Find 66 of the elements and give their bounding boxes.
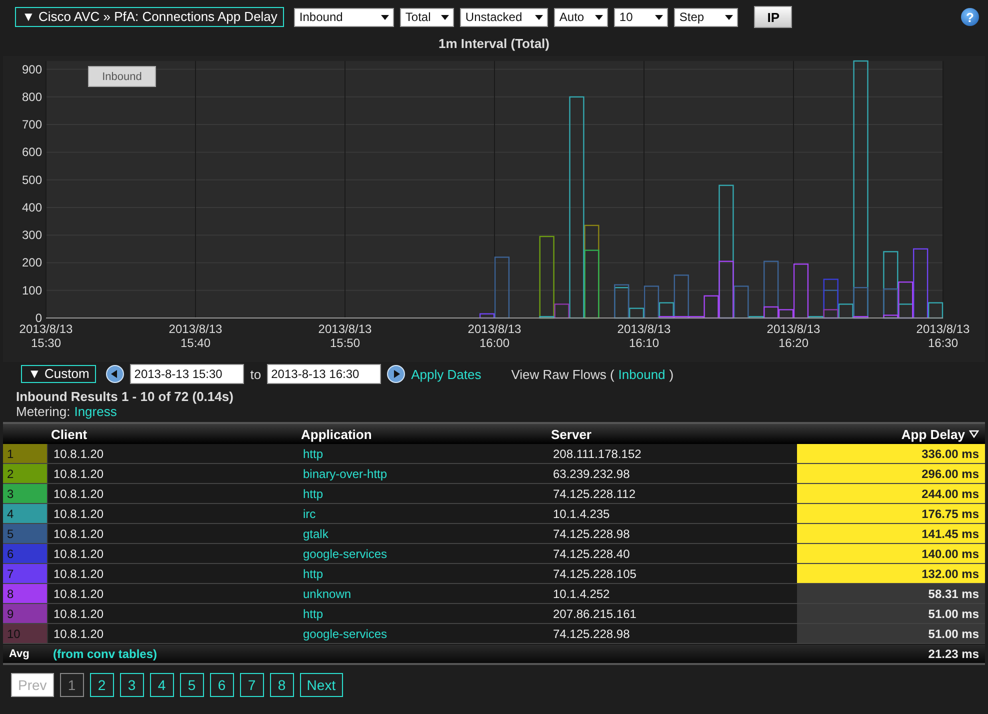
color-swatch: 8 — [3, 584, 47, 604]
axis-label: 200 — [22, 256, 42, 270]
table-cell: 10.8.1.20 — [47, 504, 297, 524]
table-cell: 10.8.1.20 — [47, 564, 297, 584]
axis-label: 500 — [22, 172, 42, 187]
raw-flows-label: View Raw Flows ( — [511, 366, 614, 382]
table-cell: 74.125.228.98 — [547, 624, 797, 644]
table-cell: 51.00 ms — [797, 604, 985, 624]
table-cell: 10.8.1.20 — [47, 584, 297, 604]
chart-title: 1m Interval (Total) — [437, 35, 550, 53]
color-swatch: 10 — [3, 624, 47, 644]
table-cell: 58.31 ms — [797, 584, 985, 604]
color-swatch: 6 — [3, 544, 47, 564]
axis-label: 2013/8/13 16:10 — [617, 322, 671, 350]
axis-label: 2013/8/13 16:20 — [766, 322, 820, 350]
table-cell: 141.45 ms — [797, 524, 985, 544]
color-swatch: 5 — [3, 524, 47, 544]
axis-label: 2013/8/13 16:30 — [916, 322, 970, 350]
axis-label: 100 — [22, 283, 42, 298]
table-cell: 10.8.1.20 — [47, 524, 297, 544]
table-cell: 10.1.4.252 — [547, 584, 797, 604]
metering-label: Metering: — [16, 404, 70, 420]
table-cell: 132.00 ms — [797, 564, 985, 584]
table-cell: 336.00 ms — [797, 444, 985, 464]
axis-label: 300 — [22, 228, 42, 242]
table-cell: 21.23 ms — [797, 644, 985, 664]
table-cell: 10.8.1.20 — [47, 544, 297, 564]
table-cell: 10.8.1.20 — [47, 464, 297, 484]
axis-label: 800 — [22, 90, 42, 104]
table-cell: 63.239.232.98 — [547, 464, 797, 484]
table-cell: 74.125.228.98 — [547, 524, 797, 544]
paren-text: ) — [669, 366, 674, 382]
table-cell: 51.00 ms — [797, 624, 985, 644]
axis-label: 600 — [22, 145, 42, 160]
axis-label: 0 — [35, 311, 42, 325]
color-swatch: 9 — [3, 604, 47, 624]
color-swatch: 4 — [3, 504, 47, 524]
avg-label: Avg — [3, 644, 47, 664]
color-swatch: 2 — [3, 464, 47, 484]
table-cell: 176.75 ms — [797, 504, 985, 524]
table-cell: 10.1.4.235 — [547, 504, 797, 524]
table-cell: 296.00 ms — [797, 464, 985, 484]
color-swatch: 1 — [3, 444, 47, 464]
table-cell: 10.8.1.20 — [47, 444, 297, 464]
table-cell: 140.00 ms — [797, 544, 985, 564]
color-swatch: 3 — [3, 484, 47, 504]
axis-label: 400 — [22, 200, 42, 214]
avg-note: (from conv tables) — [47, 644, 797, 664]
table-cell: 74.125.228.40 — [547, 544, 797, 564]
color-swatch: 7 — [3, 564, 47, 584]
axis-label: 2013/8/13 15:30 — [19, 322, 73, 350]
table-cell: 10.8.1.20 — [47, 484, 297, 504]
table-cell: 10.8.1.20 — [47, 604, 297, 624]
table-cell: 244.00 ms — [797, 484, 985, 504]
axis-label: 900 — [22, 62, 42, 76]
axis-label: 2013/8/13 16:00 — [468, 322, 522, 350]
table-cell: 207.86.215.161 — [547, 604, 797, 624]
table-cell: 74.125.228.112 — [547, 484, 797, 504]
table-cell: 10.8.1.20 — [47, 624, 297, 644]
to-label: to — [250, 366, 262, 382]
results-summary: Inbound Results 1 - 10 of 72 (0.14s) — [15, 389, 234, 404]
axis-label: 700 — [22, 118, 42, 132]
axis-label: 2013/8/13 15:40 — [168, 322, 222, 350]
table-cell: 74.125.228.105 — [547, 564, 797, 584]
axis-label: 2013/8/13 15:50 — [318, 322, 372, 350]
table-cell: 208.111.178.152 — [547, 444, 797, 464]
